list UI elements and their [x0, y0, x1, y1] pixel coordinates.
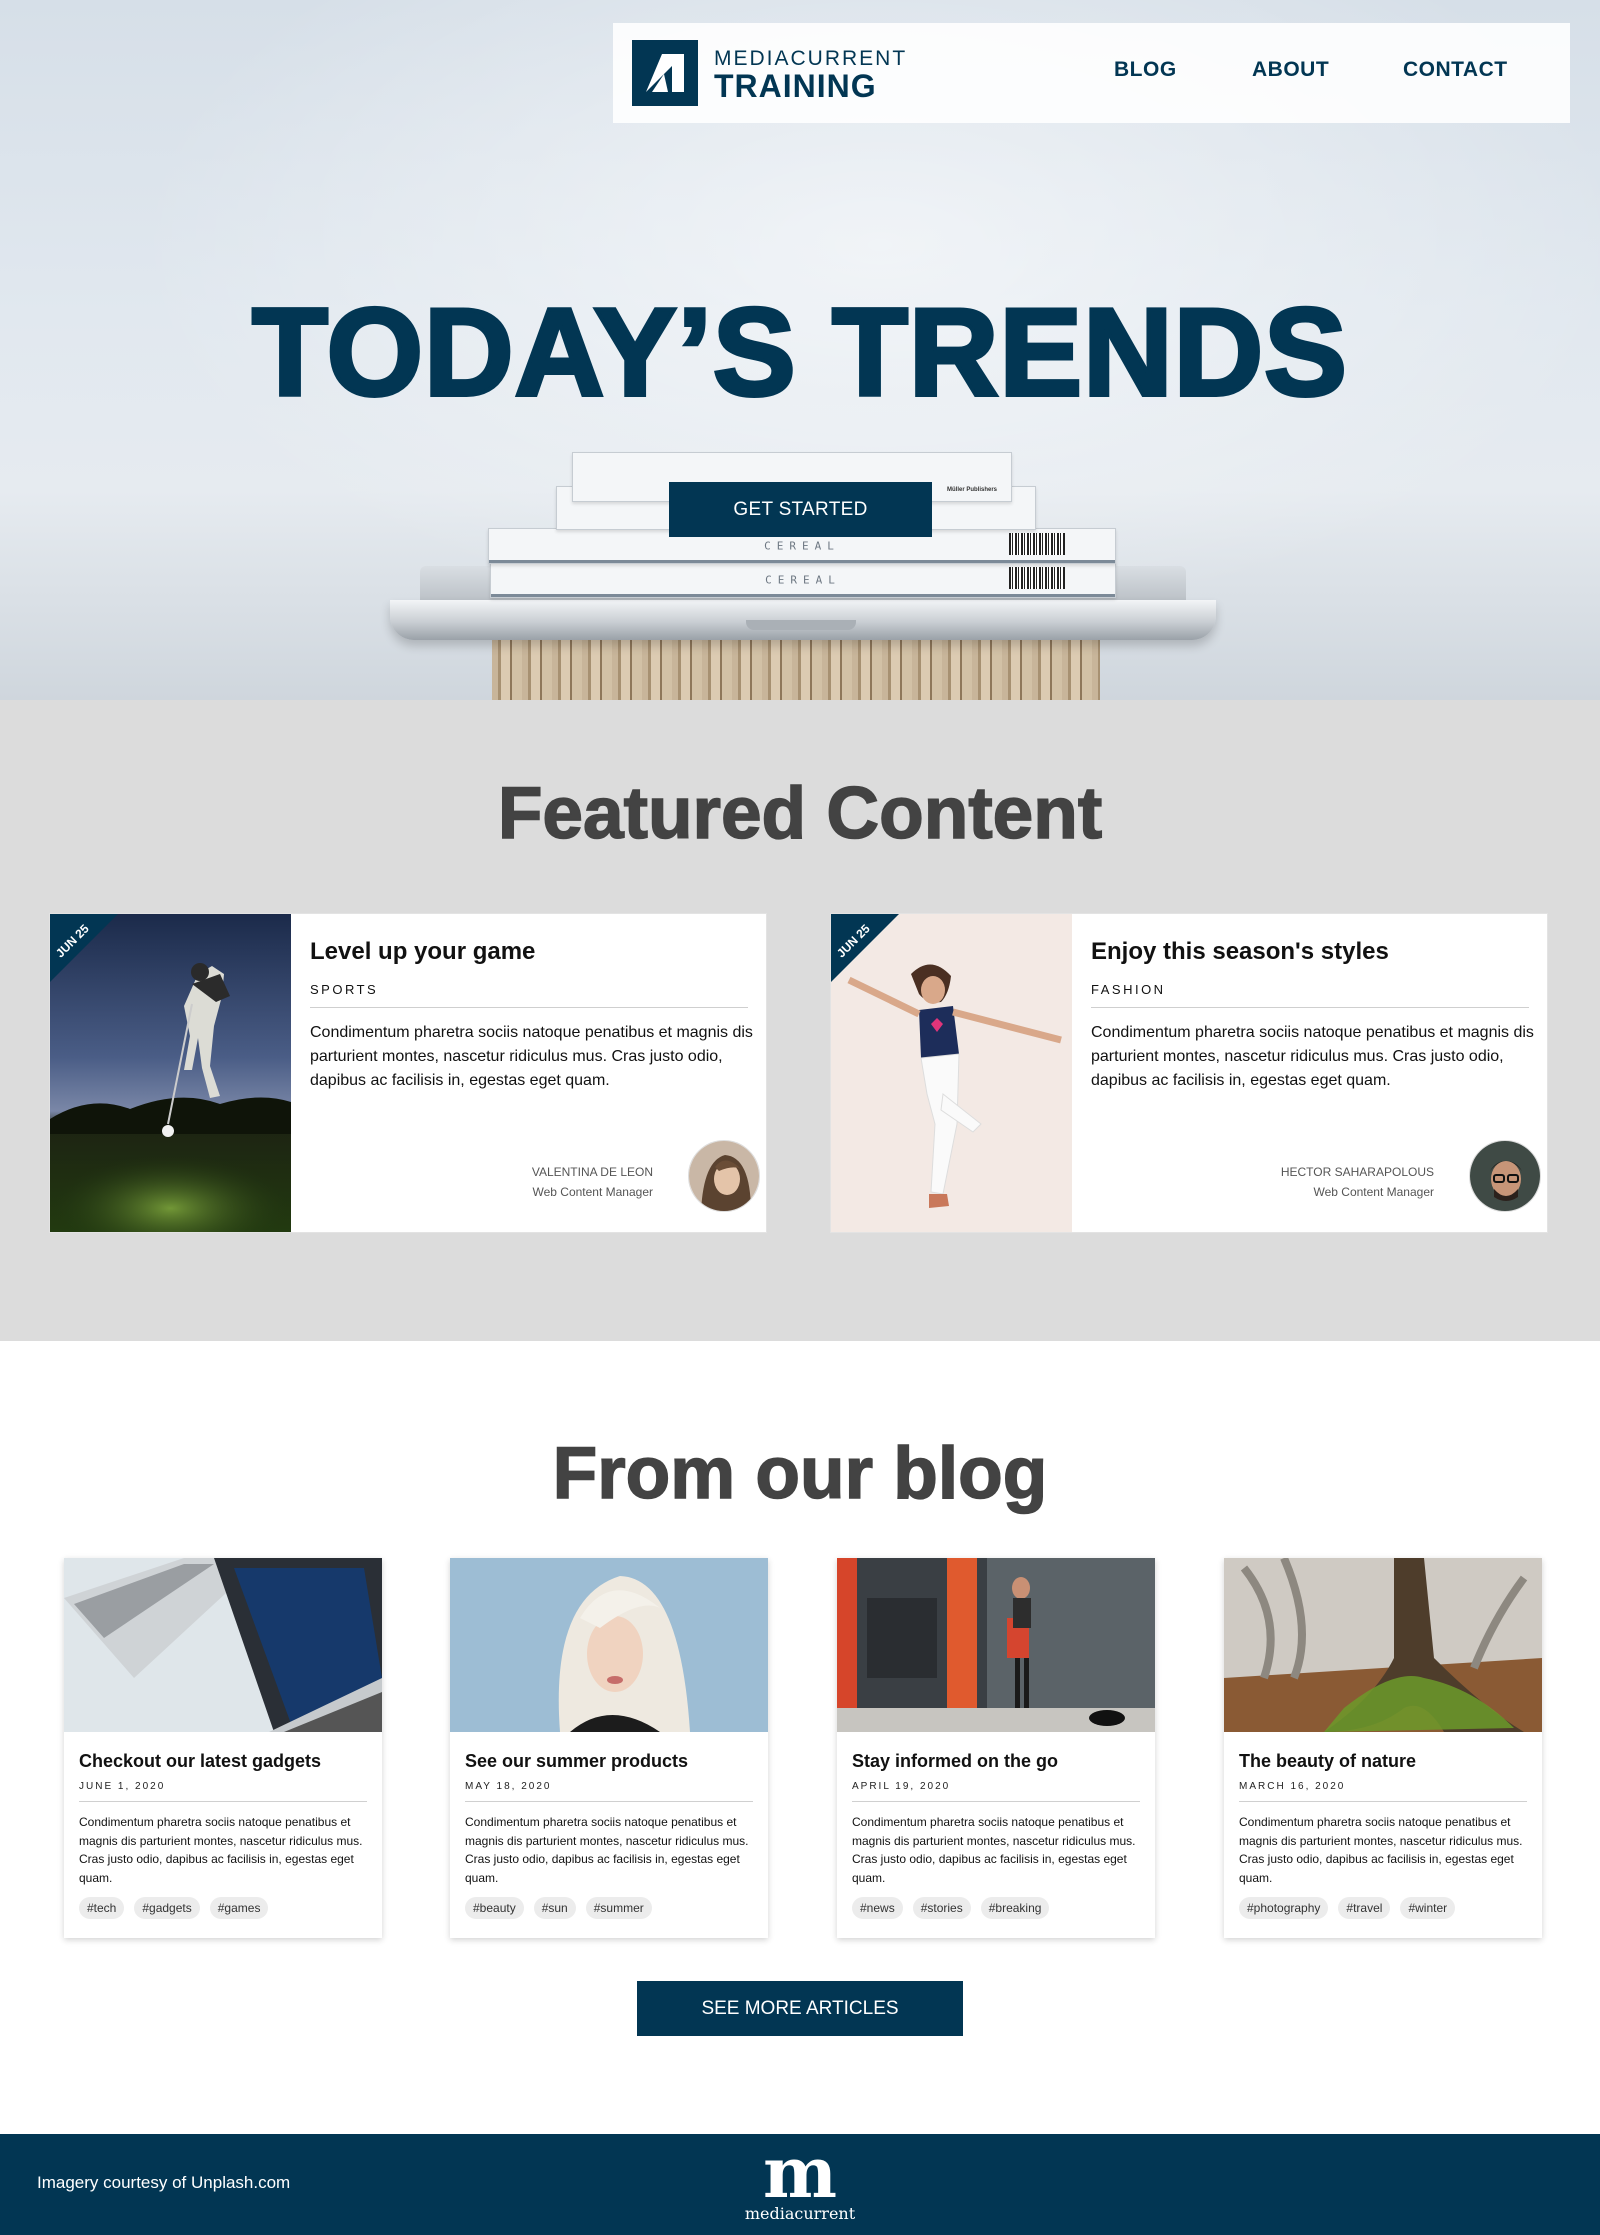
tag-list: #beauty #sun #summer [465, 1897, 652, 1919]
blog-card-body: Condimentum pharetra sociis natoque pena… [852, 1815, 1136, 1885]
book-stripe [489, 560, 1115, 563]
tag[interactable]: #games [209, 1897, 269, 1919]
image-credit: Imagery courtesy of Unplash.com [37, 2173, 291, 2192]
featured-section: Featured Content JUN 25 Level up your ga… [0, 700, 1600, 1341]
divider [310, 1007, 748, 1008]
golfer-night-photo: JUN 25 [50, 914, 291, 1232]
divider [1239, 1801, 1527, 1802]
blog-card[interactable]: Checkout our latest gadgets JUNE 1, 2020… [64, 1558, 382, 1938]
author-name: VALENTINA DE LEON [531, 1165, 653, 1179]
author-info: HECTOR SAHARAPOLOUS Web Content Manager [1281, 1162, 1434, 1202]
barcode-icon [1009, 533, 1065, 555]
featured-card-body: Condimentum pharetra sociis natoque pena… [1091, 1024, 1534, 1089]
tag[interactable]: #sun [533, 1897, 576, 1919]
tag[interactable]: #stories [912, 1897, 971, 1919]
author-info: VALENTINA DE LEON Web Content Manager [532, 1162, 653, 1202]
tag-list: #tech #gadgets #games [79, 1897, 269, 1919]
tag-list: #news #stories #breaking [852, 1897, 1050, 1919]
footer-logo-text[interactable]: mediacurrent [700, 2204, 900, 2223]
get-started-button[interactable]: GET STARTED [669, 482, 932, 537]
forest-tree-photo [1224, 1558, 1542, 1732]
featured-card-category: FASHION [1091, 982, 1166, 997]
divider [79, 1801, 367, 1802]
tag-list: #photography #travel #winter [1239, 1897, 1456, 1919]
blog-card-title[interactable]: The beauty of nature [1239, 1751, 1416, 1772]
logo-text-bottom[interactable]: TRAINING [714, 68, 877, 105]
book-stripe [491, 594, 1115, 597]
tag[interactable]: #gadgets [134, 1897, 200, 1919]
featured-card-title[interactable]: Level up your game [310, 938, 535, 966]
featured-card-title[interactable]: Enjoy this season's styles [1091, 938, 1389, 966]
featured-card-category: SPORTS [310, 982, 379, 997]
see-more-articles-button[interactable]: SEE MORE ARTICLES [637, 1981, 963, 2036]
author-role: Web Content Manager [532, 1185, 653, 1199]
tag[interactable]: #winter [1400, 1897, 1456, 1919]
laptop-notch [746, 620, 856, 630]
laptops-photo [64, 1558, 382, 1732]
blog-card-date: APRIL 19, 2020 [852, 1781, 951, 1792]
book-publisher-text: Müller Publishers [946, 487, 997, 493]
logo-icon[interactable] [632, 40, 698, 106]
nav-about[interactable]: ABOUT [1252, 58, 1329, 82]
blog-card-body: Condimentum pharetra sociis natoque pena… [465, 1815, 749, 1885]
divider [465, 1801, 753, 1802]
author-name: HECTOR SAHARAPOLOUS [1280, 1165, 1434, 1179]
blog-card-date: MARCH 16, 2020 [1239, 1781, 1346, 1792]
footer: Imagery courtesy of Unplash.com m mediac… [0, 2134, 1600, 2235]
tag[interactable]: #summer [585, 1897, 652, 1919]
blog-card-title[interactable]: Checkout our latest gadgets [79, 1751, 321, 1772]
top-navigation: MEDIACURRENT TRAINING BLOG ABOUT CONTACT [613, 23, 1570, 123]
nav-contact[interactable]: CONTACT [1403, 58, 1508, 82]
woman-avatar [688, 1140, 760, 1212]
dancing-woman-photo: JUN 25 [831, 914, 1072, 1232]
featured-card-body: Condimentum pharetra sociis natoque pena… [310, 1024, 753, 1089]
blog-card-body: Condimentum pharetra sociis natoque pena… [1239, 1815, 1523, 1885]
man-glasses-avatar [1469, 1140, 1541, 1212]
author-role: Web Content Manager [1313, 1185, 1434, 1199]
street-photo [837, 1558, 1155, 1732]
blog-card-title[interactable]: See our summer products [465, 1751, 688, 1772]
featured-title: Featured Content [497, 772, 1103, 855]
blog-card[interactable]: The beauty of nature MARCH 16, 2020 Cond… [1224, 1558, 1542, 1938]
featured-card[interactable]: JUN 25 Level up your game SPORTS Condime… [49, 913, 767, 1233]
blog-card[interactable]: Stay informed on the go APRIL 19, 2020 C… [837, 1558, 1155, 1938]
hero-title: TODAY’S TRENDS [250, 282, 1349, 424]
hero-section: CEREAL CEREAL Müller Publishers MEDIACUR… [0, 0, 1600, 700]
tag[interactable]: #beauty [465, 1897, 524, 1919]
blog-card-title[interactable]: Stay informed on the go [852, 1751, 1058, 1772]
tag[interactable]: #photography [1239, 1897, 1329, 1919]
tag[interactable]: #travel [1338, 1897, 1391, 1919]
tag[interactable]: #tech [79, 1897, 125, 1919]
blog-card-date: JUNE 1, 2020 [79, 1781, 166, 1792]
blog-card[interactable]: See our summer products MAY 18, 2020 Con… [450, 1558, 768, 1938]
portrait-photo [450, 1558, 768, 1732]
barcode-icon [1009, 567, 1065, 589]
book-bottom: CEREAL [490, 562, 1116, 598]
tag[interactable]: #breaking [980, 1897, 1050, 1919]
divider [852, 1801, 1140, 1802]
blog-card-date: MAY 18, 2020 [465, 1781, 552, 1792]
footer-logo-icon[interactable]: m [740, 2136, 860, 2210]
nav-blog[interactable]: BLOG [1114, 58, 1177, 82]
blog-title: From our blog [552, 1432, 1048, 1515]
tag[interactable]: #news [852, 1897, 903, 1919]
divider [1091, 1007, 1529, 1008]
blog-card-body: Condimentum pharetra sociis natoque pena… [79, 1815, 363, 1885]
featured-card[interactable]: JUN 25 Enjoy this season's styles FASHIO… [830, 913, 1548, 1233]
